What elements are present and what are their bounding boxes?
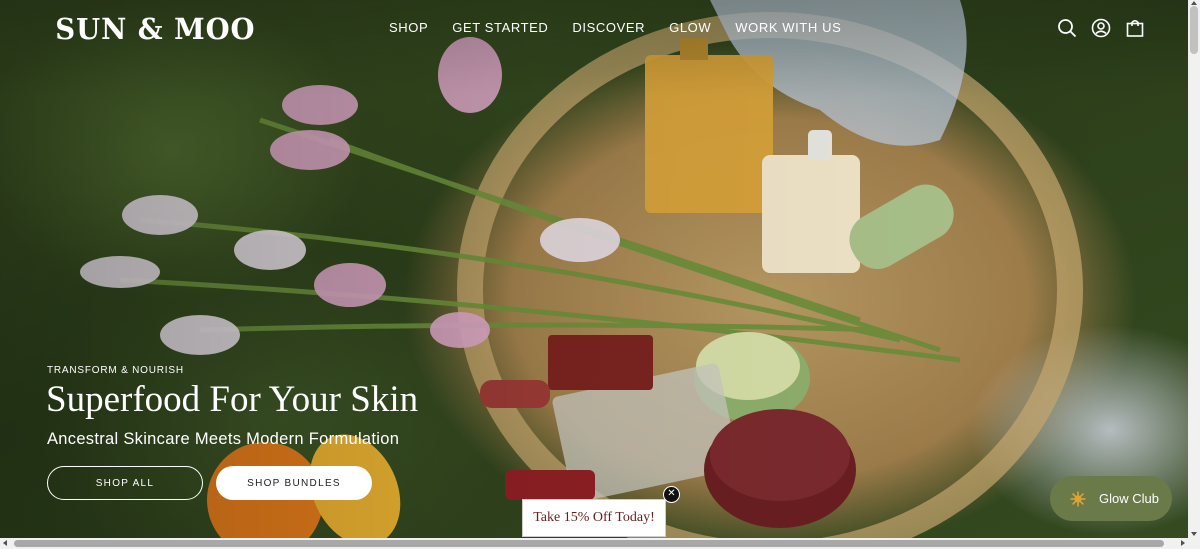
nav-discover[interactable]: DISCOVER xyxy=(572,20,645,35)
nav-shop[interactable]: SHOP xyxy=(389,20,428,35)
nav-get-started[interactable]: GET STARTED xyxy=(452,20,548,35)
close-icon[interactable]: ✕ xyxy=(663,486,680,503)
vertical-scrollbar[interactable] xyxy=(1188,0,1200,538)
scroll-down-icon[interactable] xyxy=(1191,532,1197,536)
hero-decor xyxy=(80,0,1083,538)
main-nav: SHOP GET STARTED DISCOVER GLOW WORK WITH… xyxy=(389,20,841,35)
cart-icon[interactable] xyxy=(1125,18,1145,38)
brand-logo[interactable]: SUN & MOO xyxy=(55,12,255,46)
vertical-scrollbar-thumb[interactable] xyxy=(1190,6,1198,54)
sun-icon xyxy=(1070,491,1086,507)
scroll-right-icon[interactable] xyxy=(1181,540,1185,546)
shop-bundles-button[interactable]: SHOP BUNDLES xyxy=(216,466,372,500)
hero-image: SUN & MOO SHOP GET STARTED DISCOVER GLOW… xyxy=(0,0,1188,538)
shop-all-button[interactable]: SHOP ALL xyxy=(47,466,203,500)
nav-work-with-us[interactable]: WORK WITH US xyxy=(735,20,841,35)
horizontal-scrollbar-thumb[interactable] xyxy=(14,540,1164,547)
search-icon[interactable] xyxy=(1057,18,1077,38)
nav-glow[interactable]: GLOW xyxy=(669,20,711,35)
glow-club-button[interactable]: Glow Club xyxy=(1050,476,1172,521)
hero-eyebrow: TRANSFORM & NOURISH xyxy=(47,365,184,376)
scroll-left-icon[interactable] xyxy=(3,540,7,546)
hero-headline: Superfood For Your Skin xyxy=(46,379,419,420)
hero-subheadline: Ancestral Skincare Meets Modern Formulat… xyxy=(47,430,400,448)
glow-club-label: Glow Club xyxy=(1099,491,1159,506)
scroll-up-icon[interactable] xyxy=(1191,1,1197,5)
account-icon[interactable] xyxy=(1091,18,1111,38)
header-icons xyxy=(1057,18,1145,38)
horizontal-scrollbar[interactable] xyxy=(0,538,1200,549)
promo-tab[interactable]: Take 15% Off Today! xyxy=(522,499,666,537)
